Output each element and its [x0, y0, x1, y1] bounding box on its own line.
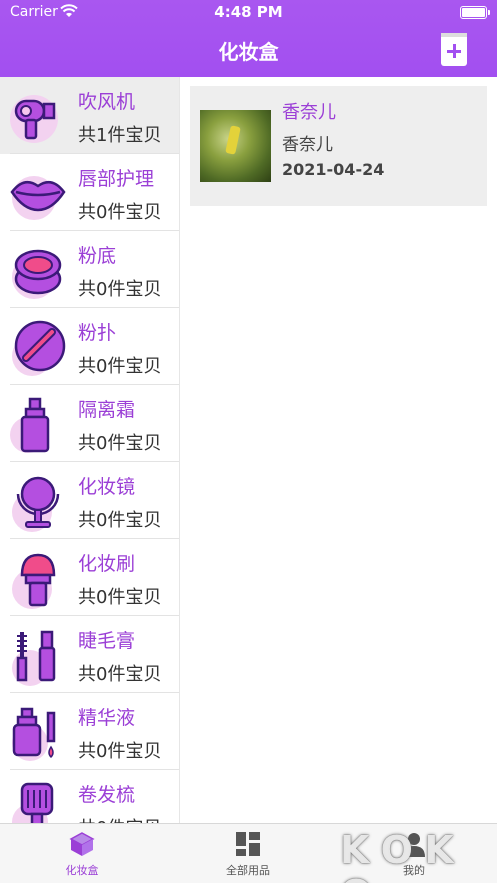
status-bar: Carrier 4:48 PM	[0, 0, 497, 26]
category-item-lip-care[interactable]: 唇部护理 共0件宝贝	[0, 154, 179, 231]
mascara-icon	[12, 630, 56, 686]
category-item-primer[interactable]: 隔离霜 共0件宝贝	[0, 385, 179, 462]
category-label: 睫毛膏	[78, 630, 136, 652]
category-label: 粉扑	[78, 322, 117, 344]
tab-all-items[interactable]: 全部用品	[188, 830, 308, 878]
product-date: 2021-04-24	[282, 160, 385, 179]
lips-icon	[10, 176, 66, 220]
category-item-foundation[interactable]: 粉底 共0件宝贝	[0, 231, 179, 308]
category-item-powder-puff[interactable]: 粉扑 共0件宝贝	[0, 308, 179, 385]
category-label: 粉底	[78, 245, 117, 267]
watermark-logo: K O K O	[340, 828, 454, 883]
grid-icon	[236, 832, 260, 856]
category-label: 化妆刷	[78, 553, 136, 575]
category-label: 卷发梳	[78, 784, 136, 806]
serum-dropper-icon	[12, 707, 56, 761]
category-count: 共1件宝贝	[78, 125, 162, 146]
category-item-serum[interactable]: 精华液 共0件宝贝	[0, 693, 179, 770]
product-thumbnail	[200, 110, 271, 182]
clock: 4:48 PM	[214, 3, 283, 21]
makeup-mirror-icon	[12, 476, 60, 532]
primer-bottle-icon	[10, 397, 50, 453]
makeup-brush-icon	[12, 553, 56, 609]
category-count: 共0件宝贝	[78, 202, 162, 223]
tab-label: 全部用品	[226, 864, 270, 877]
product-name: 香奈儿	[282, 102, 336, 123]
foundation-compact-icon	[12, 249, 62, 299]
category-label: 吹风机	[78, 91, 136, 113]
category-count: 共0件宝贝	[78, 433, 162, 454]
battery-icon	[460, 6, 490, 19]
category-count: 共0件宝贝	[78, 741, 162, 762]
category-item-makeup-brush[interactable]: 化妆刷 共0件宝贝	[0, 539, 179, 616]
category-item-mascara[interactable]: 睫毛膏 共0件宝贝	[0, 616, 179, 693]
product-brand: 香奈儿	[282, 135, 333, 155]
category-count: 共0件宝贝	[78, 814, 161, 823]
add-item-button[interactable]	[441, 33, 467, 66]
category-count: 共0件宝贝	[78, 510, 162, 531]
category-item-hair-dryer[interactable]: 吹风机 共1件宝贝	[0, 77, 179, 154]
category-label: 隔离霜	[78, 399, 136, 421]
box-icon	[69, 832, 95, 856]
tab-makeup-box[interactable]: 化妆盒	[22, 830, 142, 878]
page-title: 化妆盒	[218, 40, 279, 64]
category-count: 共0件宝贝	[78, 356, 162, 377]
category-sidebar[interactable]: 吹风机 共1件宝贝 唇部护理 共0件宝贝 粉底 共0件宝贝 粉扑 共0件宝贝 隔…	[0, 77, 180, 823]
category-label: 精华液	[78, 707, 136, 729]
category-item-makeup-mirror[interactable]: 化妆镜 共0件宝贝	[0, 462, 179, 539]
category-count: 共0件宝贝	[78, 587, 162, 608]
category-count: 共0件宝贝	[78, 664, 162, 685]
tab-label: 化妆盒	[65, 864, 99, 877]
hair-dryer-icon	[10, 95, 58, 143]
category-label: 化妆镜	[78, 476, 136, 498]
powder-puff-icon	[12, 320, 66, 376]
category-count: 共0件宝贝	[78, 279, 162, 300]
category-item-hair-brush[interactable]: 卷发梳 共0件宝贝	[0, 770, 179, 823]
category-label: 唇部护理	[78, 168, 155, 190]
hair-brush-icon	[12, 782, 54, 823]
nav-header: Carrier 4:48 PM 化妆盒	[0, 0, 497, 77]
product-card[interactable]: 香奈儿 香奈儿 2021-04-24	[190, 86, 487, 206]
